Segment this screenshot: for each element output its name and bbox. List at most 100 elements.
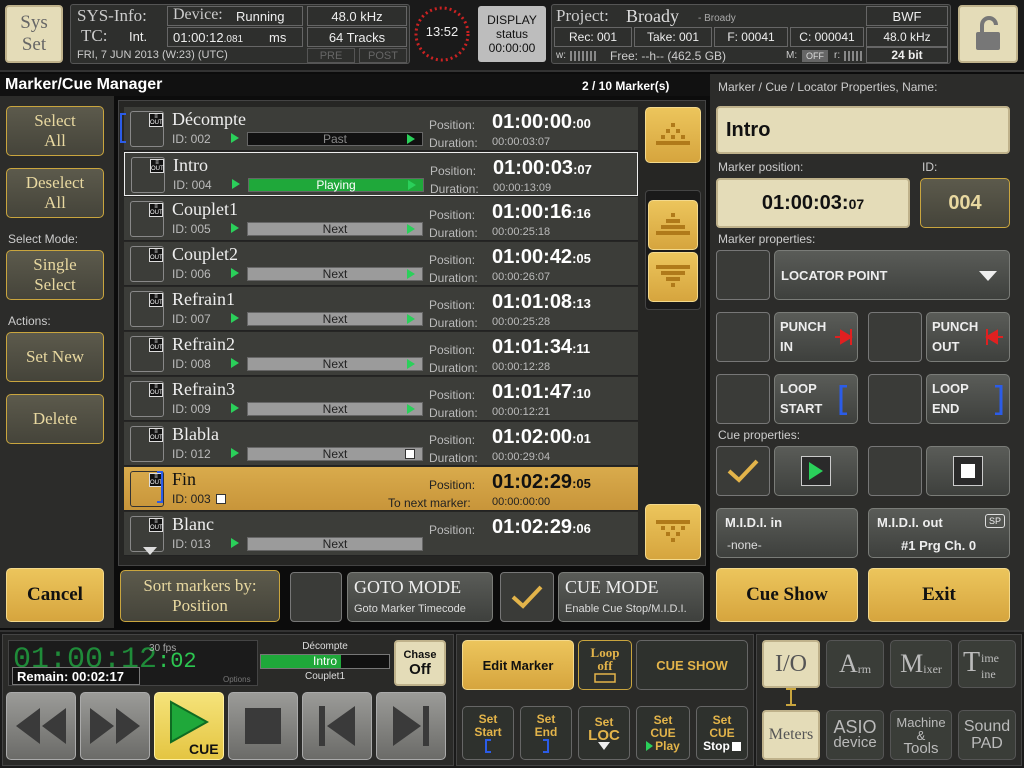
punch-out-checkbox[interactable] [868, 312, 922, 362]
play-marker-icon[interactable] [231, 313, 239, 323]
next-marker-button[interactable] [376, 692, 446, 760]
pre-button[interactable]: PRE [307, 48, 355, 63]
play-marker-icon[interactable] [231, 358, 239, 368]
single-select-button[interactable]: Single Select [6, 250, 104, 300]
midi-in-button[interactable]: M.I.D.I. in -none- [716, 508, 858, 558]
scroll-top-button[interactable] [645, 107, 701, 163]
marker-row[interactable]: ≡ OUT Couplet1 ID: 005 Next Position: 01:… [124, 197, 638, 241]
marker-position-field[interactable]: 01:00:03:07 [716, 178, 910, 228]
marker-select-box[interactable]: ≡ OUT [130, 516, 164, 555]
cancel-button[interactable]: Cancel [6, 568, 104, 622]
cue-play-button[interactable] [774, 446, 858, 496]
marker-select-box[interactable]: ≡ OUT [130, 381, 164, 417]
edit-marker-button[interactable]: Edit Marker [462, 640, 574, 690]
midi-out-button[interactable]: M.I.D.I. out SP #1 Prg Ch. 0 [868, 508, 1010, 558]
play-marker-icon[interactable] [231, 403, 239, 413]
arm-button[interactable]: Arm [826, 640, 884, 688]
set-end-button[interactable]: Set End [520, 706, 572, 760]
io-button[interactable]: I/O [762, 640, 820, 688]
cue-stop-checkbox[interactable] [868, 446, 922, 496]
end-play-icon[interactable] [407, 134, 415, 144]
marker-row[interactable]: ≡ OUT Intro ID: 004 Playing Position: 01:… [124, 152, 638, 196]
time-line-button[interactable]: T ime ine [958, 640, 1016, 688]
marker-row[interactable]: ≡ OUT Blabla ID: 012 Next Position: 01:02… [124, 422, 638, 466]
end-play-icon[interactable] [407, 269, 415, 279]
scroll-bottom-button[interactable] [645, 504, 701, 560]
delete-button[interactable]: Delete [6, 394, 104, 444]
goto-mode-button[interactable]: GOTO MODE Goto Marker Timecode [347, 572, 493, 622]
sound-pad-button[interactable]: Sound PAD [958, 710, 1016, 760]
loop-start-button[interactable]: LOOP START [774, 374, 858, 424]
lock-button[interactable] [958, 5, 1018, 63]
post-button[interactable]: POST [359, 48, 407, 63]
cue-mode-checkbox[interactable] [500, 572, 554, 622]
machine-tools-button[interactable]: Machine & Tools [890, 710, 952, 760]
sys-set-button[interactable]: Sys Set [5, 5, 63, 63]
marker-row[interactable]: ≡ OUT Refrain2 ID: 008 Next Position: 01:… [124, 332, 638, 376]
meters-button[interactable]: Meters [762, 710, 820, 760]
marker-select-box[interactable]: ≡ OUT [130, 111, 164, 147]
end-play-icon[interactable] [407, 314, 415, 324]
marker-select-box[interactable]: ≡ OUT [130, 291, 164, 327]
marker-row[interactable]: ≡ OUT Refrain3 ID: 009 Next Position: 01:… [124, 377, 638, 421]
punch-out-button[interactable]: PUNCH OUT [926, 312, 1010, 362]
play-marker-icon[interactable] [232, 179, 240, 189]
punch-in-button[interactable]: PUNCH IN [774, 312, 858, 362]
chase-button[interactable]: Chase Off [394, 640, 446, 686]
locator-dropdown[interactable]: LOCATOR POINT [774, 250, 1010, 300]
scroll-down-button[interactable] [648, 252, 698, 302]
punch-in-checkbox[interactable] [716, 312, 770, 362]
marker-select-box[interactable]: ≡ OUT [131, 157, 165, 193]
loop-end-checkbox[interactable] [868, 374, 922, 424]
marker-row[interactable]: ≡ OUT Décompte ID: 002 Past Position: 01:… [120, 107, 638, 151]
set-new-button[interactable]: Set New [6, 332, 104, 382]
cue-show-button[interactable]: Cue Show [716, 568, 858, 622]
mixer-button[interactable]: Mixer [890, 640, 952, 688]
cue-show-toggle[interactable]: CUE SHOW [636, 640, 748, 690]
id-field[interactable]: 004 [920, 178, 1010, 228]
marker-select-box[interactable]: ≡ OUT [130, 426, 164, 462]
goto-mode-checkbox[interactable] [290, 572, 342, 622]
end-play-icon[interactable] [407, 224, 415, 234]
set-start-button[interactable]: Set Start [462, 706, 514, 760]
cue-stop-button[interactable] [926, 446, 1010, 496]
stop-marker-icon[interactable] [405, 449, 415, 459]
marker-row[interactable]: ≡ OUT Fin ID: 003 Position: 01:02:29:05 T… [124, 467, 638, 511]
marker-select-box[interactable]: ≡ OUT [130, 201, 164, 237]
stop-button[interactable] [228, 692, 298, 760]
marker-select-box[interactable]: ≡ OUT [130, 246, 164, 282]
marker-name-field[interactable]: Intro [716, 106, 1010, 154]
marker-select-box[interactable]: ≡ OUT [130, 336, 164, 372]
end-play-icon[interactable] [407, 404, 415, 414]
exit-button[interactable]: Exit [868, 568, 1010, 622]
set-loc-button[interactable]: Set LOC [578, 706, 630, 760]
end-play-icon[interactable] [407, 359, 415, 369]
cue-mode-button[interactable]: CUE MODE Enable Cue Stop/M.I.D.I. [558, 572, 704, 622]
sort-button[interactable]: Sort markers by: Position [120, 570, 280, 622]
deselect-all-button[interactable]: Deselect All [6, 168, 104, 218]
set-cue-stop-button[interactable]: Set CUE Stop [696, 706, 748, 760]
loop-start-checkbox[interactable] [716, 374, 770, 424]
play-marker-icon[interactable] [231, 268, 239, 278]
fast-forward-button[interactable] [80, 692, 150, 760]
marker-row[interactable]: ≡ OUT Couplet2 ID: 006 Next Position: 01:… [124, 242, 638, 286]
cue-play-checkbox[interactable] [716, 446, 770, 496]
play-marker-icon[interactable] [231, 133, 239, 143]
loop-off-button[interactable]: Loop off [578, 640, 632, 690]
rewind-button[interactable] [6, 692, 76, 760]
marker-row[interactable]: ≡ OUT Refrain1 ID: 007 Next Position: 01:… [124, 287, 638, 331]
play-marker-icon[interactable] [231, 223, 239, 233]
marker-row[interactable]: ≡ OUT Blanc ID: 013 Next Position: 01:02:… [124, 512, 638, 556]
loop-end-button[interactable]: LOOP END [926, 374, 1010, 424]
display-status[interactable]: DISPLAY status 00:00:00 [478, 6, 546, 62]
scroll-up-button[interactable] [648, 200, 698, 250]
set-cue-play-button[interactable]: Set CUE Play [636, 706, 690, 760]
end-play-icon[interactable] [408, 180, 416, 190]
play-button[interactable]: CUE [154, 692, 224, 760]
prev-marker-button[interactable] [302, 692, 372, 760]
stop-marker-icon[interactable] [216, 494, 226, 504]
play-marker-icon[interactable] [231, 538, 239, 548]
select-all-button[interactable]: Select All [6, 106, 104, 156]
asio-device-button[interactable]: ASIO device [826, 710, 884, 760]
play-marker-icon[interactable] [231, 448, 239, 458]
